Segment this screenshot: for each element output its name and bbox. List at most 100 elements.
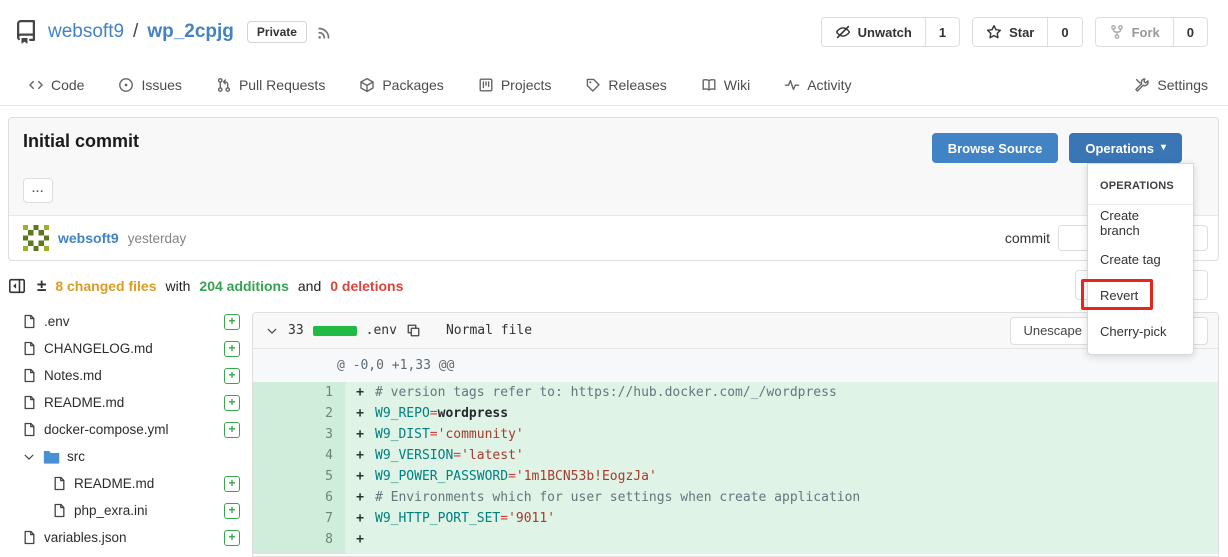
diff-lines: 1+# version tags refer to: https://hub.d…: [253, 382, 1218, 554]
tab-projects[interactable]: Projects: [478, 77, 552, 93]
file-icon: [52, 503, 67, 518]
fork-button-label: Fork: [1132, 25, 1160, 40]
copy-icon[interactable]: [406, 323, 421, 338]
file-tree-item-name: README.md: [74, 476, 154, 491]
diff-line-number[interactable]: 3: [253, 424, 345, 445]
commit-message-toggle-button[interactable]: ...: [23, 178, 53, 203]
diff-line-code: W9_POWER_PASSWORD='1m1BCN53b!EogzJa': [375, 466, 657, 487]
diff-line-code: # version tags refer to: https://hub.doc…: [375, 382, 837, 403]
diff-line-number[interactable]: [253, 550, 345, 554]
file-tree-item-name: php_exra.ini: [74, 503, 148, 518]
file-tree-item[interactable]: docker-compose.yml+: [8, 416, 248, 443]
code-token: W9_VERSION: [375, 448, 453, 463]
tab-label: Releases: [608, 77, 666, 93]
unescape-button[interactable]: Unescape: [1010, 317, 1095, 345]
tab-label: Activity: [807, 77, 851, 93]
code-token: =: [500, 511, 508, 526]
diff-line-code: # Environments which for user settings w…: [375, 487, 860, 508]
file-icon: [22, 341, 37, 356]
fork-button-group: Fork 0: [1095, 17, 1208, 47]
diff-line-number[interactable]: 8: [253, 529, 345, 550]
fork-button[interactable]: Fork: [1095, 17, 1174, 47]
diff-line-number[interactable]: 5: [253, 466, 345, 487]
file-tree-item[interactable]: README.md+: [8, 470, 248, 497]
collapse-file-tree-icon[interactable]: [8, 277, 26, 295]
file-tree-item[interactable]: php_exra.ini+: [8, 497, 248, 524]
code-token: W9_REPO: [375, 406, 430, 421]
repo-name-link[interactable]: wp_2cpjg: [147, 21, 234, 43]
unwatch-count[interactable]: 1: [926, 17, 960, 47]
diff-line-sign: +: [345, 466, 375, 487]
file-tree-item-name: variables.json: [44, 530, 127, 545]
file-tree-item-name: README.md: [44, 395, 124, 410]
diff-added-count: 33: [288, 323, 304, 338]
tab-activity[interactable]: Activity: [784, 77, 851, 93]
diff-line-number[interactable]: 6: [253, 487, 345, 508]
file-tree-item[interactable]: Notes.md+: [8, 362, 248, 389]
avatar[interactable]: [23, 225, 49, 251]
dropdown-item-create-branch[interactable]: Create branch: [1088, 205, 1193, 241]
file-tree-item-name: Notes.md: [44, 368, 102, 383]
file-tree-item[interactable]: src: [8, 443, 248, 470]
plus-minus-icon[interactable]: ±: [37, 276, 46, 296]
folder-icon: [43, 450, 60, 464]
dropdown-item-revert[interactable]: Revert: [1088, 277, 1193, 313]
tab-releases[interactable]: Releases: [585, 77, 666, 93]
tab-wiki[interactable]: Wiki: [701, 77, 750, 93]
operations-dropdown-items: Create branchCreate tagRevertCherry-pick: [1088, 205, 1193, 349]
star-button[interactable]: Star: [972, 17, 1048, 47]
diff-line: 5+W9_POWER_PASSWORD='1m1BCN53b!EogzJa': [253, 466, 1218, 487]
diff-line-number[interactable]: 2: [253, 403, 345, 424]
tab-code[interactable]: Code: [28, 77, 84, 93]
file-tree-item[interactable]: .env+: [8, 308, 248, 335]
operations-button[interactable]: Operations ▾: [1069, 133, 1182, 163]
diff-line-number[interactable]: 7: [253, 508, 345, 529]
diff-line-code: W9_VERSION='latest': [375, 445, 524, 466]
chevron-down-icon[interactable]: [22, 450, 36, 464]
tab-packages[interactable]: Packages: [359, 77, 443, 93]
package-icon: [359, 77, 375, 93]
code-token: '9011': [508, 511, 555, 526]
star-icon: [986, 24, 1002, 40]
tab-label: Projects: [501, 77, 552, 93]
repo-owner-link[interactable]: websoft9: [48, 21, 124, 43]
diff-line-code: W9_HTTP_PORT_SET='9011': [375, 508, 555, 529]
tab-label: Packages: [382, 77, 443, 93]
operations-button-label: Operations: [1085, 141, 1154, 156]
file-tree-item[interactable]: variables.json+: [8, 524, 248, 551]
file-tree: .env+CHANGELOG.md+Notes.md+README.md+doc…: [8, 308, 248, 551]
tab-label: Wiki: [724, 77, 750, 93]
diff-line-number[interactable]: 1: [253, 382, 345, 403]
rss-icon[interactable]: [316, 24, 333, 41]
unwatch-button[interactable]: Unwatch: [821, 17, 926, 47]
commit-label: commit: [1005, 230, 1050, 246]
file-tree-item[interactable]: README.md+: [8, 389, 248, 416]
fork-count[interactable]: 0: [1174, 17, 1208, 47]
file-tree-item-name: CHANGELOG.md: [44, 341, 153, 356]
commit-author-link[interactable]: websoft9: [58, 230, 119, 246]
pull-request-icon: [216, 77, 232, 93]
diff-file-header: 33 .env Normal file Unescape: [253, 313, 1218, 349]
tab-pull-requests[interactable]: Pull Requests: [216, 77, 325, 93]
star-count[interactable]: 0: [1048, 17, 1082, 47]
dropdown-item-cherry-pick[interactable]: Cherry-pick: [1088, 313, 1193, 349]
diff-line-sign: +: [345, 424, 375, 445]
tab-issues[interactable]: Issues: [118, 77, 181, 93]
diff-line: 3+W9_DIST='community': [253, 424, 1218, 445]
diff-line: 8+: [253, 529, 1218, 550]
tag-icon: [585, 77, 601, 93]
file-tree-item[interactable]: CHANGELOG.md+: [8, 335, 248, 362]
diff-line-code: W9_DIST='community': [375, 424, 524, 445]
commit-header: Initial commit ... Browse Source Operati…: [9, 118, 1218, 215]
diff-line-number[interactable]: 4: [253, 445, 345, 466]
browse-source-button[interactable]: Browse Source: [932, 133, 1059, 163]
book-icon: [701, 77, 717, 93]
diff-panel: 33 .env Normal file Unescape @ -0,0 +1,3…: [252, 312, 1219, 557]
code-token: =: [430, 406, 438, 421]
file-tree-item-name: docker-compose.yml: [44, 422, 169, 437]
tab-settings[interactable]: Settings: [1134, 77, 1208, 93]
diff-file-status: Normal file: [446, 323, 532, 338]
chevron-down-icon[interactable]: [265, 324, 279, 338]
code-token: =: [508, 469, 516, 484]
dropdown-item-create-tag[interactable]: Create tag: [1088, 241, 1193, 277]
